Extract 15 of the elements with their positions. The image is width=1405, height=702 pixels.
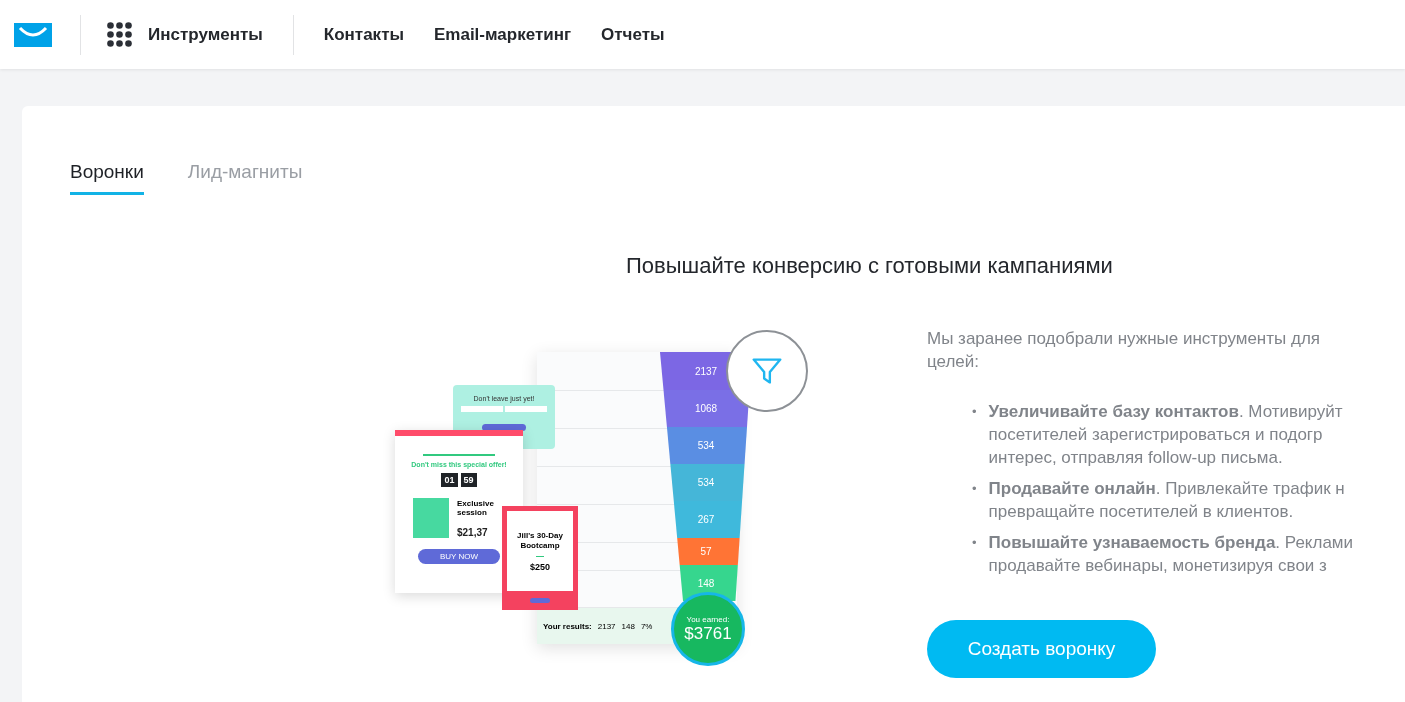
intro-paragraph: Мы заранее подобрали нужные инструменты для целей: [927,328,1321,373]
bullet-marker: • [972,480,977,498]
grid-icon [107,22,132,47]
nav-link[interactable]: Email-маркетинг [434,24,572,45]
bullet-marker: • [972,534,977,552]
nav-link[interactable]: Контакты [323,24,404,45]
tools-menu-button[interactable]: Инструменты [81,22,293,47]
benefit-item: Продавайте онлайн. Привлекайте трафик н превращайте посетителей в клиентов. [988,478,1345,523]
tab[interactable]: Воронки [70,161,144,195]
bullet-marker: • [972,403,977,421]
section-heading: Повышайте конверсию с готовыми кампаниями [626,253,1114,279]
envelope-logo-icon[interactable] [14,22,52,47]
nav-link[interactable]: Отчеты [601,24,665,45]
benefit-item: Увеличивайте базу контактов. Мотивируйт посетителей зарегистрироваться и подогр интерес, отправляя follow-up письма. [988,401,1343,469]
benefit-item: Повышайте узнаваемость бренда. Реклами продавайте вебинары, монетизируя свои з [988,532,1354,577]
